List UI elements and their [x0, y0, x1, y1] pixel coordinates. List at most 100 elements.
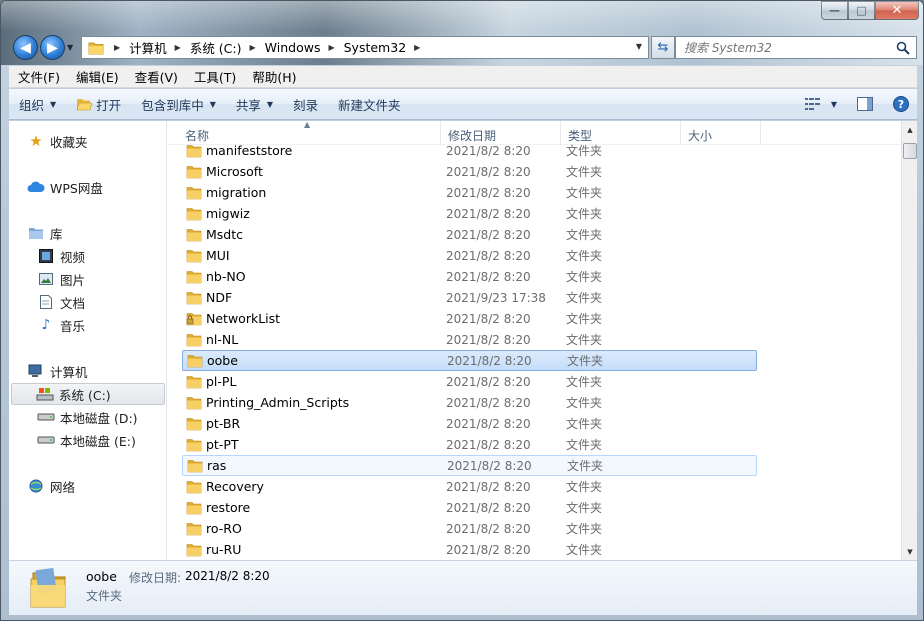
- command-bar: 组织 ▼ 打开 包含到库中 ▼ 共享 ▼ 刻录 新建文件夹 ▼ ?: [9, 89, 917, 120]
- maximize-button[interactable]: □: [848, 1, 875, 20]
- crumb-separator-icon[interactable]: ▶: [114, 43, 120, 52]
- file-row[interactable]: pt-PT 2021/8/2 8:20 文件夹: [182, 434, 757, 455]
- file-row[interactable]: Microsoft 2021/8/2 8:20 文件夹: [182, 161, 757, 182]
- file-row[interactable]: ru-RU 2021/8/2 8:20 文件夹: [182, 539, 757, 560]
- crumb-separator-icon[interactable]: ▶: [250, 43, 256, 52]
- include-in-library-button[interactable]: 包含到库中 ▼: [131, 89, 226, 119]
- view-list-icon: [804, 98, 820, 110]
- folder-icon: [186, 291, 202, 304]
- file-name: pt-BR: [206, 416, 241, 431]
- file-row[interactable]: oobe 2021/8/2 8:20 文件夹: [182, 350, 757, 371]
- file-date: 2021/8/2 8:20: [446, 437, 531, 452]
- search-input[interactable]: [684, 40, 884, 55]
- hard-drive-icon: [37, 432, 55, 448]
- details-date-label: 修改日期:: [129, 571, 182, 585]
- sidebar-item-drive-c[interactable]: 系统 (C:): [11, 383, 165, 405]
- sidebar-item-videos[interactable]: 视频: [37, 245, 85, 267]
- minimize-button[interactable]: —: [821, 1, 848, 20]
- share-button[interactable]: 共享 ▼: [226, 89, 283, 119]
- file-row[interactable]: nb-NO 2021/8/2 8:20 文件夹: [182, 266, 757, 287]
- crumb-drive-c[interactable]: 系统 (C:): [190, 38, 242, 57]
- sidebar-item-drive-e[interactable]: 本地磁盘 (E:): [37, 429, 136, 451]
- dropdown-icon: ▼: [266, 99, 274, 109]
- file-name: oobe: [207, 353, 238, 368]
- open-button[interactable]: 打开: [66, 89, 131, 119]
- library-icon: [27, 225, 45, 241]
- file-name: Recovery: [206, 479, 264, 494]
- file-row[interactable]: restore 2021/8/2 8:20 文件夹: [182, 497, 757, 518]
- file-name: MUI: [206, 248, 230, 263]
- sidebar-item-network[interactable]: 网络: [27, 475, 75, 497]
- file-row[interactable]: Msdtc 2021/8/2 8:20 文件夹: [182, 224, 757, 245]
- file-row[interactable]: migration 2021/8/2 8:20 文件夹: [182, 182, 757, 203]
- folder-icon: [186, 228, 202, 241]
- burn-button[interactable]: 刻录: [283, 89, 328, 119]
- file-row[interactable]: nl-NL 2021/8/2 8:20 文件夹: [182, 329, 757, 350]
- search-box[interactable]: [675, 36, 917, 59]
- recent-pages-dropdown[interactable]: ▼: [67, 43, 73, 52]
- sidebar-item-libraries[interactable]: 库: [27, 222, 63, 244]
- preview-pane-button[interactable]: [843, 89, 887, 119]
- scroll-down-icon[interactable]: ▼: [902, 543, 918, 560]
- file-row[interactable]: migwiz 2021/8/2 8:20 文件夹: [182, 203, 757, 224]
- file-row[interactable]: NetworkList 2021/8/2 8:20 文件夹: [182, 308, 757, 329]
- help-button[interactable]: ?: [887, 89, 917, 119]
- file-row[interactable]: pt-BR 2021/8/2 8:20 文件夹: [182, 413, 757, 434]
- file-row[interactable]: Recovery 2021/8/2 8:20 文件夹: [182, 476, 757, 497]
- music-note-icon: ♪: [41, 317, 51, 333]
- file-date: 2021/8/2 8:20: [446, 521, 531, 536]
- sidebar-item-computer[interactable]: 计算机: [27, 360, 88, 382]
- sidebar-item-favorites[interactable]: ★ 收藏夹: [27, 130, 87, 152]
- file-type: 文件夹: [566, 291, 603, 305]
- file-row[interactable]: manifeststore 2021/8/2 8:20 文件夹: [182, 140, 757, 161]
- back-button[interactable]: ◀: [13, 35, 38, 60]
- file-type: 文件夹: [566, 270, 603, 284]
- crumb-system32[interactable]: System32: [344, 40, 407, 55]
- folder-icon: [186, 144, 202, 157]
- file-date: 2021/8/2 8:20: [446, 143, 531, 158]
- address-bar[interactable]: ▶ 计算机 ▶ 系统 (C:) ▶ Windows ▶ System32 ▶ ▼: [81, 36, 649, 59]
- crumb-windows[interactable]: Windows: [265, 40, 321, 55]
- close-button[interactable]: ✕: [875, 1, 919, 20]
- crumb-separator-icon[interactable]: ▶: [175, 43, 181, 52]
- file-type: 文件夹: [566, 522, 603, 536]
- search-icon[interactable]: [896, 41, 910, 55]
- sidebar-item-pictures[interactable]: 图片: [37, 268, 85, 290]
- file-row[interactable]: ro-RO 2021/8/2 8:20 文件夹: [182, 518, 757, 539]
- refresh-button[interactable]: ⇆: [651, 36, 675, 59]
- menu-view[interactable]: 查看(V): [126, 67, 185, 86]
- new-folder-button[interactable]: 新建文件夹: [328, 89, 411, 119]
- sidebar-item-documents[interactable]: 文档: [37, 291, 85, 313]
- view-options-button[interactable]: ▼: [799, 89, 843, 119]
- file-row[interactable]: Printing_Admin_Scripts 2021/8/2 8:20 文件夹: [182, 392, 757, 413]
- sidebar-item-wps[interactable]: WPS网盘: [27, 176, 103, 198]
- file-type: 文件夹: [566, 228, 603, 242]
- sidebar-item-music[interactable]: ♪ 音乐: [37, 314, 85, 336]
- menu-file[interactable]: 文件(F): [9, 67, 67, 86]
- folder-icon: [186, 249, 202, 262]
- explorer-window: — □ ✕ ◀ ▶ ▼ ▶ 计算机 ▶ 系统 (C:) ▶ Windows ▶ …: [0, 0, 924, 621]
- document-icon: [37, 294, 55, 310]
- folder-icon: [186, 543, 202, 556]
- menu-tools[interactable]: 工具(T): [185, 67, 243, 86]
- file-row[interactable]: pl-PL 2021/8/2 8:20 文件夹: [182, 371, 757, 392]
- menu-edit[interactable]: 编辑(E): [67, 67, 126, 86]
- content-area: ★ 收藏夹 WPS网盘 库 视频 图片 文档 ♪ 音乐 计算机 系统 (C:) …: [9, 121, 917, 560]
- file-row[interactable]: MUI 2021/8/2 8:20 文件夹: [182, 245, 757, 266]
- sidebar-item-drive-d[interactable]: 本地磁盘 (D:): [37, 406, 138, 428]
- crumb-separator-icon[interactable]: ▶: [414, 43, 420, 52]
- forward-button[interactable]: ▶: [40, 35, 65, 60]
- crumb-separator-icon[interactable]: ▶: [328, 43, 334, 52]
- scroll-up-icon[interactable]: ▲: [902, 121, 918, 138]
- file-row[interactable]: ras 2021/8/2 8:20 文件夹: [182, 455, 757, 476]
- menu-help[interactable]: 帮助(H): [243, 67, 303, 86]
- crumb-computer[interactable]: 计算机: [129, 38, 167, 57]
- address-dropdown-icon[interactable]: ▼: [636, 42, 642, 51]
- vertical-scrollbar[interactable]: ▲ ▼: [901, 121, 917, 560]
- organize-button[interactable]: 组织 ▼: [9, 89, 66, 119]
- file-date: 2021/8/2 8:20: [447, 458, 532, 473]
- file-row[interactable]: NDF 2021/9/23 17:38 文件夹: [182, 287, 757, 308]
- scrollbar-thumb[interactable]: [903, 143, 917, 159]
- arrow-right-icon: ▶: [47, 39, 58, 56]
- details-pane: oobe 修改日期: 2021/8/2 8:20 文件夹: [9, 560, 917, 615]
